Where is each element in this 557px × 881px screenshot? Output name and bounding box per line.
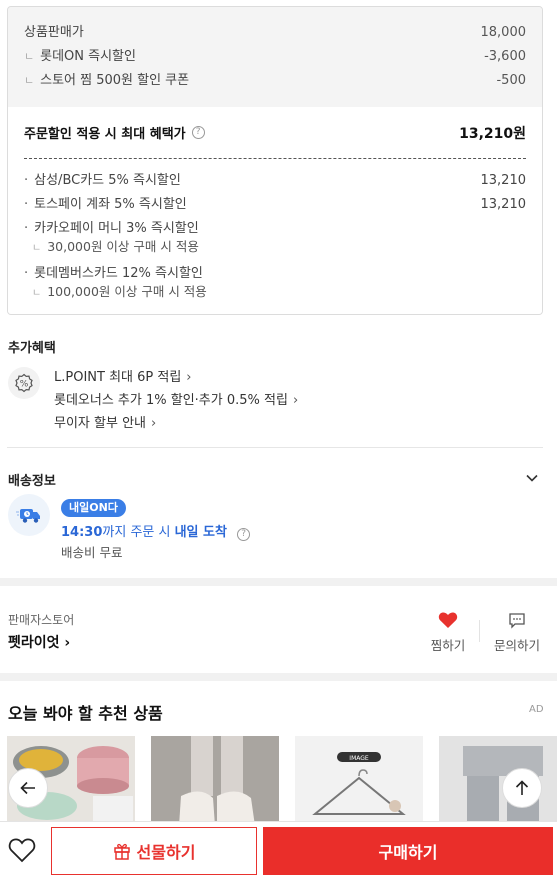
price-value: -500 xyxy=(496,73,526,88)
max-benefit-text: 주문할인 적용 시 최대 혜택가 xyxy=(24,127,186,142)
benefit-text: 롯데오너스 추가 1% 할인·추가 0.5% 적립 xyxy=(54,393,288,408)
delivery-time-text: 14:30까지 주문 시 내일 도착 ? xyxy=(61,521,251,541)
divider xyxy=(7,447,543,448)
price-label: 스토어 찜 500원 할인 쿠폰 xyxy=(24,69,189,93)
inquiry-button[interactable]: 문의하기 xyxy=(487,609,547,654)
carousel-prev-button[interactable] xyxy=(8,768,48,808)
max-benefit-row: 주문할인 적용 시 최대 혜택가 ? 13,210원 xyxy=(24,107,526,159)
divider xyxy=(479,620,480,642)
price-row-coupon: 스토어 찜 500원 할인 쿠폰 -500 xyxy=(24,69,526,93)
buy-label: 구매하기 xyxy=(378,843,438,862)
card-discount-note: 100,000원 이상 구매 시 적용 xyxy=(24,283,526,303)
chevron-right-icon: › xyxy=(64,635,71,651)
heart-filled-icon xyxy=(418,609,478,631)
buy-button[interactable]: 구매하기 xyxy=(263,827,553,875)
percent-icon: % xyxy=(8,367,40,399)
price-summary-box: 상품판매가 18,000 롯데ON 즉시할인 -3,600 스토어 찜 500원… xyxy=(7,6,543,315)
price-row-instant-discount: 롯데ON 즉시할인 -3,600 xyxy=(24,45,526,69)
bottom-action-bar: 선물하기 구매하기 xyxy=(0,821,557,881)
delivery-truck-icon xyxy=(8,494,50,536)
price-value: -3,600 xyxy=(484,49,526,64)
image-tag: IMAGE xyxy=(349,755,369,762)
heart-outline-icon xyxy=(8,838,36,863)
seller-store-link[interactable]: 펫라이엇 › xyxy=(8,632,70,652)
tomorrow-delivery-badge: 내일ON다 xyxy=(61,499,126,517)
help-icon[interactable]: ? xyxy=(237,528,251,541)
max-benefit-value: 13,210원 xyxy=(459,125,526,142)
wishlist-button[interactable] xyxy=(6,834,38,866)
benefit-text: 무이자 할부 안내 xyxy=(54,416,146,431)
chevron-right-icon: › xyxy=(151,416,157,431)
section-gap xyxy=(0,673,557,681)
gift-button[interactable]: 선물하기 xyxy=(51,827,257,875)
card-discount-label: 삼성/BC카드 5% 즉시할인 xyxy=(24,169,181,193)
price-label: 롯데ON 즉시할인 xyxy=(24,45,136,69)
max-benefit-section: 주문할인 적용 시 최대 혜택가 ? 13,210원 xyxy=(8,107,542,159)
inquiry-label: 문의하기 xyxy=(493,638,540,653)
card-discount-value: 13,210 xyxy=(480,173,527,188)
chevron-right-icon: › xyxy=(292,393,299,408)
ad-label: AD xyxy=(529,704,544,715)
seller-name: 펫라이엇 xyxy=(8,635,60,651)
recommend-title: 오늘 봐야 할 추천 상품 xyxy=(8,704,163,723)
card-discount-label: 토스페이 계좌 5% 즉시할인 xyxy=(24,193,187,217)
product-thumbnail[interactable] xyxy=(151,736,279,826)
like-label: 찜하기 xyxy=(430,638,466,653)
card-discount-item: 삼성/BC카드 5% 즉시할인 13,210 xyxy=(24,169,526,193)
extra-benefits-title: 추가혜택 xyxy=(8,341,56,356)
arrow-left-icon xyxy=(20,781,35,795)
section-gap xyxy=(0,578,557,586)
arrow-up-icon xyxy=(515,780,529,795)
price-value: 18,000 xyxy=(480,25,527,40)
lotte-owners-link[interactable]: 롯데오너스 추가 1% 할인·추가 0.5% 적립 › xyxy=(54,389,298,408)
price-rows: 상품판매가 18,000 롯데ON 즉시할인 -3,600 스토어 찜 500원… xyxy=(8,7,542,107)
delivery-arrival: 내일 도착 xyxy=(174,525,227,540)
chevron-down-icon[interactable] xyxy=(524,470,540,490)
help-icon[interactable]: ? xyxy=(191,126,205,139)
benefit-text: L.POINT 최대 6P 적립 xyxy=(54,370,182,385)
scroll-top-button[interactable] xyxy=(502,768,542,808)
chevron-right-icon: › xyxy=(186,370,192,385)
delivery-time-mid: 까지 주문 시 xyxy=(102,525,175,540)
installment-link[interactable]: 무이자 할부 안내 › xyxy=(54,412,156,431)
chat-icon xyxy=(487,609,547,631)
price-row-sale: 상품판매가 18,000 xyxy=(24,21,526,45)
max-benefit-label: 주문할인 적용 시 최대 혜택가 ? xyxy=(24,123,205,142)
svg-text:%: % xyxy=(20,380,29,390)
like-store-button[interactable]: 찜하기 xyxy=(418,609,478,654)
delivery-cutoff-time: 14:30 xyxy=(61,525,103,540)
delivery-fee: 배송비 무료 xyxy=(61,545,123,560)
card-discount-note: 30,000원 이상 구매 시 적용 xyxy=(24,238,526,258)
card-discount-value: 13,210 xyxy=(480,197,527,212)
card-discount-item: 토스페이 계좌 5% 즉시할인 13,210 xyxy=(24,193,526,217)
product-thumbnail[interactable]: IMAGE xyxy=(295,736,423,826)
gift-label: 선물하기 xyxy=(136,843,196,862)
price-label: 상품판매가 xyxy=(24,25,84,40)
card-discount-list: 삼성/BC카드 5% 즉시할인 13,210 토스페이 계좌 5% 즉시할인 1… xyxy=(8,159,542,314)
gift-icon xyxy=(113,843,130,860)
delivery-title: 배송정보 xyxy=(8,474,56,489)
lpoint-link[interactable]: L.POINT 최대 6P 적립 › xyxy=(54,366,192,385)
seller-store-label: 판매자스토어 xyxy=(8,613,75,627)
